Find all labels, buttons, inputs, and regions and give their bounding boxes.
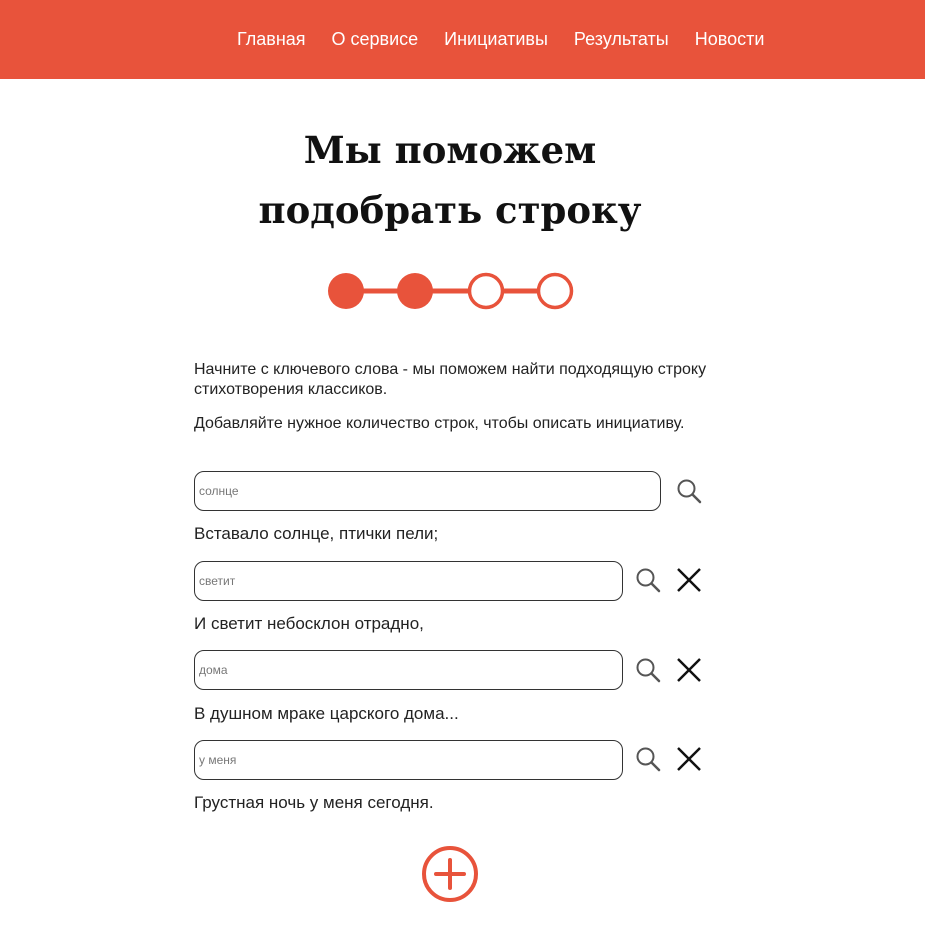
nav-link-results[interactable]: Результаты <box>574 28 669 50</box>
search-icon[interactable] <box>675 477 703 505</box>
page-title-line-1: Мы поможем <box>303 128 597 172</box>
nav-link-initiatives[interactable]: Инициативы <box>444 28 548 50</box>
top-nav-bar: Главная О сервисе Инициативы Результаты … <box>0 0 925 79</box>
intro-text-1: Начните с ключевого слова - мы поможем н… <box>194 361 707 398</box>
result-line-4: Грустная ночь у меня сегодня. <box>194 793 434 812</box>
step-1-completed <box>328 273 364 309</box>
result-line-1: Вставало солнце, птички пели; <box>194 524 439 543</box>
nav-link-news[interactable]: Новости <box>695 28 765 50</box>
close-icon[interactable] <box>675 656 703 684</box>
step-4-pending <box>536 272 574 310</box>
add-line-button[interactable] <box>421 845 479 903</box>
step-3-pending <box>467 272 505 310</box>
search-icon[interactable] <box>634 745 662 773</box>
close-icon[interactable] <box>675 745 703 773</box>
search-icon[interactable] <box>634 566 662 594</box>
intro-text-2: Добавляйте нужное количество строк, чтоб… <box>194 415 685 432</box>
keyword-input-4[interactable] <box>194 740 623 780</box>
keyword-input-3[interactable] <box>194 650 623 690</box>
page-title-line-2: подобрать строку <box>258 188 642 232</box>
nav-link-about[interactable]: О сервисе <box>332 28 419 50</box>
search-icon[interactable] <box>634 656 662 684</box>
result-line-2: И светит небосклон отрадно, <box>194 614 424 633</box>
keyword-input-2[interactable] <box>194 561 623 601</box>
keyword-input-1[interactable] <box>194 471 661 511</box>
result-line-3: В душном мраке царского дома... <box>194 704 459 723</box>
step-2-completed <box>397 273 433 309</box>
progress-stepper <box>326 271 576 311</box>
page-title: Мы поможем подобрать строку <box>0 120 900 240</box>
close-icon[interactable] <box>675 566 703 594</box>
plus-circle-icon <box>422 846 478 902</box>
nav-link-home[interactable]: Главная <box>237 28 306 50</box>
main-nav: Главная О сервисе Инициативы Результаты … <box>237 28 790 50</box>
